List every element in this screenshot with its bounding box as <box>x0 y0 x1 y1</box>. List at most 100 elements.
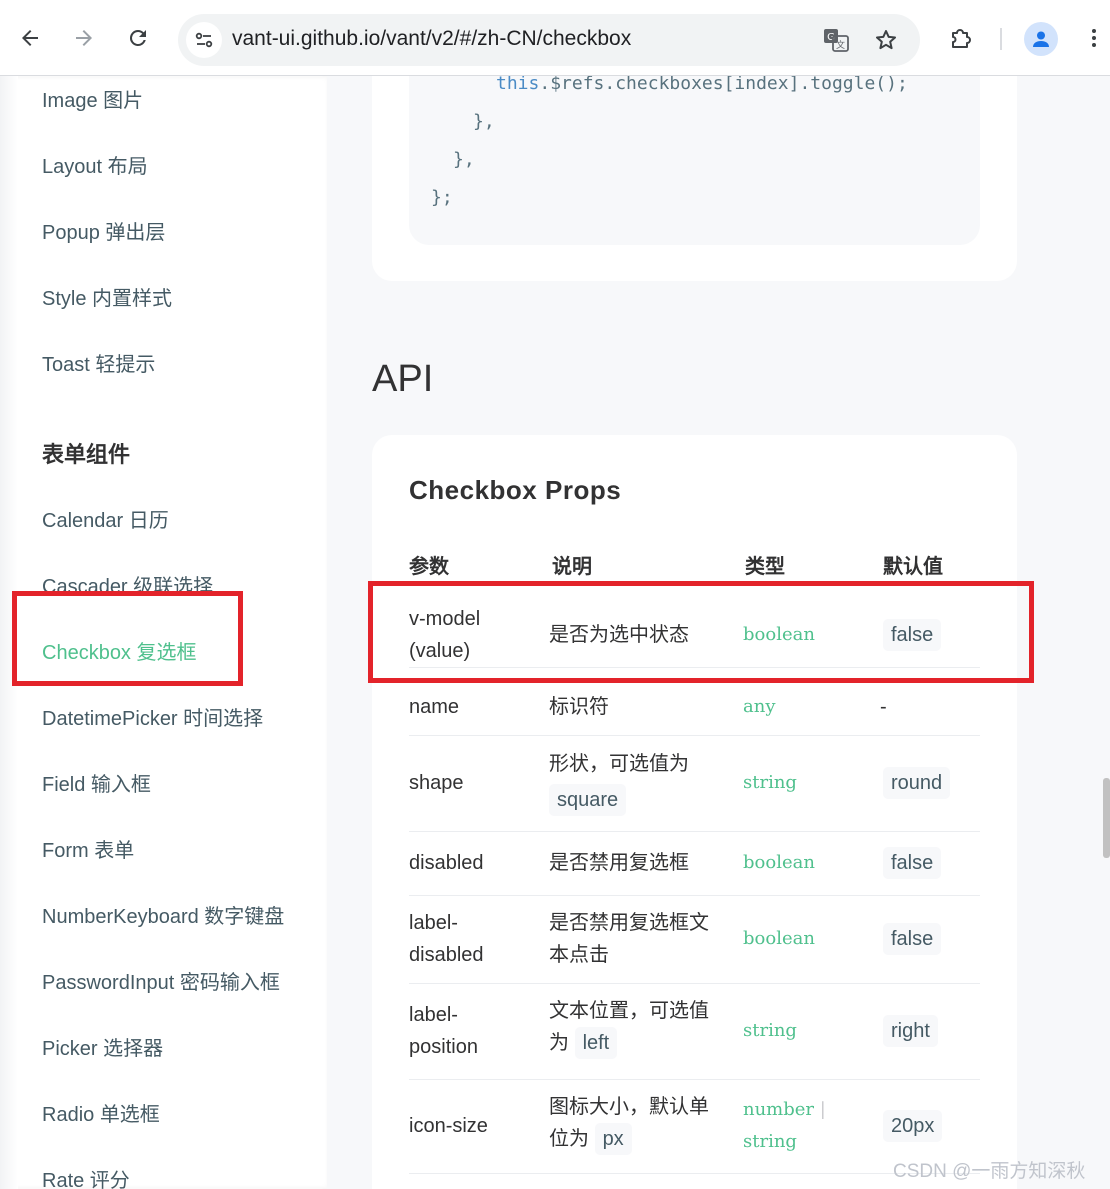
props-title: Checkbox Props <box>409 475 622 505</box>
default-chip: false <box>883 923 942 955</box>
row-divider <box>409 831 980 832</box>
desc-chip: left <box>574 1027 618 1059</box>
type-separator: | <box>819 1099 826 1120</box>
code-line: this.$refs.checkboxes[index].toggle(); <box>496 76 908 94</box>
toolbar-divider <box>1000 28 1002 50</box>
annotation-box-vmodel-row <box>368 581 1034 683</box>
table-row-desc: 是否禁用复选框 <box>549 852 689 874</box>
props-card: Checkbox Props 参数 说明 类型 默认值 v-model (valu… <box>372 435 1017 1189</box>
sidebar-item-layout[interactable]: Layout 布局 <box>42 150 148 179</box>
table-row-default: round <box>883 767 951 799</box>
svg-text:文: 文 <box>836 39 845 51</box>
header-param: 参数 <box>409 556 449 578</box>
table-row-param: label-disabled <box>409 907 484 971</box>
sidebar-item-form[interactable]: Form 表单 <box>42 834 134 863</box>
sidebar-item-field[interactable]: Field 输入框 <box>42 768 151 797</box>
sidebar-item-datetimepicker[interactable]: DatetimePicker 时间选择 <box>42 702 263 731</box>
address-bar[interactable]: vant-ui.github.io/vant/v2/#/zh-CN/checkb… <box>178 14 920 66</box>
table-row-desc: 形状，可选值为 square <box>549 748 729 816</box>
code-line: }, <box>473 111 495 132</box>
sidebar-group-title: 表单组件 <box>42 442 131 467</box>
sidebar-item-calendar[interactable]: Calendar 日历 <box>42 504 169 533</box>
sidebar-item-numberkeyboard[interactable]: NumberKeyboard 数字键盘 <box>42 900 284 929</box>
row-divider <box>409 1079 980 1080</box>
table-row-param: disabled <box>409 852 484 874</box>
sidebar-item-toast[interactable]: Toast 轻提示 <box>42 348 155 377</box>
desc-text: 本点击 <box>549 944 609 966</box>
table-row-param: shape <box>409 772 464 794</box>
api-heading: API <box>372 358 434 400</box>
scrollbar-thumb[interactable] <box>1103 778 1110 858</box>
annotation-box-sidebar <box>12 591 243 686</box>
type-text: string <box>743 1131 797 1152</box>
puzzle-icon <box>952 29 971 48</box>
row-divider <box>409 735 980 736</box>
watermark: CSDN @一雨方知深秋 <box>893 1161 1086 1182</box>
param-line: disabled <box>409 944 484 966</box>
profile-avatar[interactable] <box>1024 22 1058 56</box>
table-row-param: label-position <box>409 999 478 1063</box>
default-chip: round <box>883 767 951 799</box>
code-block: this.$refs.checkboxes[index].toggle(); }… <box>409 76 980 245</box>
row-divider <box>409 983 980 984</box>
desc-chip: px <box>594 1123 632 1155</box>
type-text: number <box>743 1099 815 1120</box>
table-row-desc: 图标大小，默认单 位为 px <box>549 1091 709 1155</box>
arrow-right-icon <box>76 30 92 46</box>
table-row-type: string <box>743 772 797 793</box>
table-row-type: string <box>743 1020 797 1041</box>
desc-text: 形状，可选值为 <box>549 753 689 775</box>
sidebar-item-style[interactable]: Style 内置样式 <box>42 282 172 311</box>
table-row-type: number | string <box>743 1094 826 1158</box>
table-row-param: name <box>409 696 460 718</box>
header-desc: 说明 <box>552 556 592 578</box>
table-row-default: false <box>883 923 942 955</box>
default-chip: false <box>883 847 942 879</box>
sidebar-item-image[interactable]: Image 图片 <box>42 84 143 113</box>
back-button[interactable] <box>12 20 48 56</box>
sidebar-item-rate[interactable]: Rate 评分 <box>42 1164 130 1189</box>
browser-toolbar: vant-ui.github.io/vant/v2/#/zh-CN/checkb… <box>0 0 1110 76</box>
table-row-type: boolean <box>743 852 815 873</box>
site-info-icon[interactable] <box>186 22 222 58</box>
desc-text: 为 <box>549 1032 569 1054</box>
menu-button[interactable] <box>1076 20 1110 56</box>
row-divider <box>409 895 980 896</box>
default-chip: right <box>883 1015 938 1047</box>
desc-text: 文本位置，可选值 <box>549 1000 709 1022</box>
param-line: label- <box>409 1004 458 1026</box>
code-text: .$refs.checkboxes[index].toggle(); <box>539 76 908 94</box>
arrow-left-icon <box>22 30 38 46</box>
code-card: this.$refs.checkboxes[index].toggle(); }… <box>372 76 1017 281</box>
desc-text: 位为 <box>549 1128 589 1150</box>
extensions-button[interactable] <box>943 20 979 56</box>
param-line: label- <box>409 912 458 934</box>
param-line: position <box>409 1036 478 1058</box>
sidebar-item-passwordinput[interactable]: PasswordInput 密码输入框 <box>42 966 280 995</box>
table-row-type: boolean <box>743 928 815 949</box>
code-line: }; <box>431 187 453 208</box>
header-default: 默认值 <box>883 556 943 578</box>
desc-text: 图标大小，默认单 <box>549 1096 709 1118</box>
reload-icon <box>129 29 146 46</box>
more-vert-icon <box>1092 29 1096 47</box>
table-row-default: right <box>883 1015 938 1047</box>
table-row-default: - <box>880 696 887 718</box>
reload-button[interactable] <box>120 20 156 56</box>
sidebar-item-picker[interactable]: Picker 选择器 <box>42 1032 163 1061</box>
code-keyword: this <box>496 76 540 94</box>
url-text[interactable]: vant-ui.github.io/vant/v2/#/zh-CN/checkb… <box>232 27 631 51</box>
bookmark-star-icon[interactable] <box>872 26 900 54</box>
forward-button[interactable] <box>66 20 102 56</box>
table-row-default: 20px <box>883 1110 943 1142</box>
desc-text: 是否禁用复选框文 <box>549 912 709 934</box>
table-row-param: icon-size <box>409 1115 488 1137</box>
person-icon <box>1033 31 1049 47</box>
header-type: 类型 <box>745 556 785 578</box>
table-row-type: any <box>743 696 776 717</box>
sidebar-item-radio[interactable]: Radio 单选框 <box>42 1098 160 1127</box>
desc-chip: square <box>549 784 627 816</box>
table-row-desc: 文本位置，可选值为 left <box>549 995 709 1059</box>
sidebar-item-popup[interactable]: Popup 弹出层 <box>42 216 165 245</box>
translate-icon[interactable]: G文 <box>822 26 850 54</box>
